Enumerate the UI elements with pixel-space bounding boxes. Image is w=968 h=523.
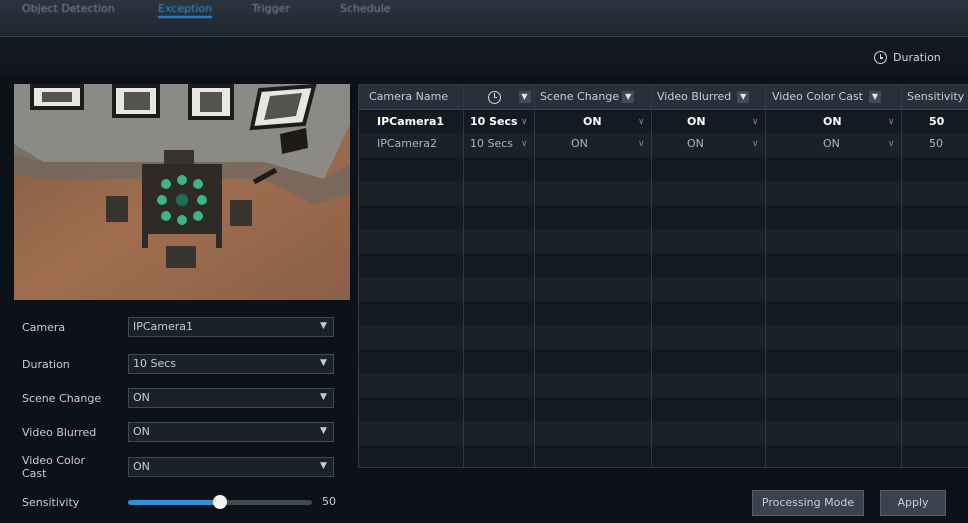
tab-trigger[interactable]: Trigger bbox=[252, 2, 290, 16]
tab-schedule[interactable]: Schedule bbox=[340, 2, 391, 16]
camera-select[interactable]: IPCamera1 ▼ bbox=[128, 317, 334, 337]
chevron-down-icon[interactable]: ▼ bbox=[737, 91, 750, 103]
duration-legend: Duration bbox=[874, 51, 941, 64]
sensitivity-label: Sensitivity bbox=[22, 495, 80, 509]
cell-camera: IPCamera2 bbox=[377, 137, 438, 150]
toolbar-band bbox=[0, 37, 968, 75]
tab-exception[interactable]: Exception bbox=[158, 2, 213, 18]
table-row[interactable]: IPCamera2 10 Secs ∨ ON ∨ ON ∨ ON ∨ 50 bbox=[359, 133, 968, 155]
cell-scene-change[interactable]: ON bbox=[571, 133, 588, 155]
video-blurred-row: Video Blurred ON ▼ bbox=[22, 421, 340, 443]
header-scene-change[interactable]: Scene Change ▼ bbox=[535, 85, 651, 109]
header-scene-change-label: Scene Change bbox=[540, 90, 620, 103]
chevron-down-icon[interactable]: ∨ bbox=[888, 133, 895, 155]
scene-change-label: Scene Change bbox=[22, 391, 102, 405]
chevron-down-icon[interactable]: ▼ bbox=[622, 91, 635, 103]
table-row[interactable]: IPCamera1 10 Secs ∨ ON ∨ ON ∨ ON ∨ 50 bbox=[359, 111, 968, 133]
header-sensitivity: Sensitivity bbox=[907, 90, 965, 103]
scene-change-select-value: ON bbox=[133, 391, 150, 404]
sensitivity-slider[interactable] bbox=[128, 495, 312, 509]
video-color-cast-row: Video Color Cast ON ▼ bbox=[22, 452, 340, 482]
header-video-color-cast-label: Video Color Cast bbox=[772, 90, 863, 103]
cell-video-color-cast[interactable]: ON bbox=[823, 111, 842, 133]
sensitivity-slider-handle[interactable] bbox=[213, 495, 227, 509]
duration-row: Duration 10 Secs ▼ bbox=[22, 353, 340, 375]
header-duration[interactable]: ▼ bbox=[464, 85, 534, 109]
table-header: Camera Name ▼ Scene Change ▼ Video Blurre… bbox=[359, 85, 968, 110]
chevron-down-icon[interactable]: ∨ bbox=[521, 133, 528, 155]
video-color-cast-select[interactable]: ON ▼ bbox=[128, 457, 334, 477]
clock-icon bbox=[488, 90, 501, 104]
scene-change-row: Scene Change ON ▼ bbox=[22, 387, 340, 409]
cell-sensitivity[interactable]: 50 bbox=[929, 111, 944, 133]
camera-preview-image bbox=[14, 84, 350, 300]
chevron-down-icon[interactable]: ▼ bbox=[518, 91, 531, 103]
duration-legend-label: Duration bbox=[893, 51, 941, 64]
duration-select-value: 10 Secs bbox=[133, 357, 177, 370]
cell-scene-change[interactable]: ON bbox=[583, 111, 602, 133]
chevron-down-icon: ▼ bbox=[320, 392, 327, 402]
camera-select-value: IPCamera1 bbox=[133, 320, 194, 333]
camera-label: Camera bbox=[22, 320, 66, 334]
cell-sensitivity[interactable]: 50 bbox=[929, 133, 943, 155]
chevron-down-icon[interactable]: ▼ bbox=[869, 91, 881, 103]
chevron-down-icon: ▼ bbox=[320, 321, 327, 331]
header-camera-name: Camera Name bbox=[369, 90, 449, 103]
exception-table: Camera Name ▼ Scene Change ▼ Video Blurre… bbox=[358, 84, 968, 468]
duration-label: Duration bbox=[22, 357, 70, 371]
tab-bar: Object Detection Exception Trigger Sched… bbox=[0, 0, 968, 37]
video-color-cast-label: Video Color Cast bbox=[22, 454, 86, 480]
cell-camera: IPCamera1 bbox=[377, 115, 445, 128]
chevron-down-icon[interactable]: ∨ bbox=[638, 133, 645, 155]
camera-preview bbox=[14, 84, 350, 300]
cell-video-color-cast[interactable]: ON bbox=[823, 133, 840, 155]
video-blurred-select-value: ON bbox=[133, 425, 150, 438]
processing-mode-button[interactable]: Processing Mode bbox=[752, 490, 864, 516]
video-blurred-label: Video Blurred bbox=[22, 425, 97, 439]
header-video-color-cast[interactable]: Video Color Cast ▼ bbox=[766, 85, 901, 109]
chevron-down-icon: ▼ bbox=[320, 461, 327, 471]
apply-button[interactable]: Apply bbox=[880, 490, 946, 516]
clock-icon bbox=[874, 51, 887, 64]
sensitivity-row: Sensitivity 50 bbox=[22, 491, 340, 513]
cell-video-blurred[interactable]: ON bbox=[687, 133, 704, 155]
header-video-blurred[interactable]: Video Blurred ▼ bbox=[652, 85, 765, 109]
chevron-down-icon[interactable]: ∨ bbox=[752, 133, 759, 155]
chevron-down-icon: ▼ bbox=[320, 358, 327, 368]
duration-select[interactable]: 10 Secs ▼ bbox=[128, 354, 334, 374]
cell-duration[interactable]: 10 Secs bbox=[470, 133, 513, 155]
scene-change-select[interactable]: ON ▼ bbox=[128, 388, 334, 408]
sensitivity-value: 50 bbox=[322, 495, 336, 508]
chevron-down-icon[interactable]: ∨ bbox=[638, 111, 645, 133]
sensitivity-slider-fill bbox=[128, 500, 220, 505]
header-video-blurred-label: Video Blurred bbox=[657, 90, 732, 103]
cell-video-blurred[interactable]: ON bbox=[687, 111, 706, 133]
video-blurred-select[interactable]: ON ▼ bbox=[128, 422, 334, 442]
chevron-down-icon[interactable]: ∨ bbox=[752, 111, 759, 133]
tab-object-detection[interactable]: Object Detection bbox=[22, 2, 115, 16]
camera-row: Camera IPCamera1 ▼ bbox=[22, 316, 340, 338]
cell-duration[interactable]: 10 Secs bbox=[470, 111, 518, 133]
chevron-down-icon: ▼ bbox=[320, 426, 327, 436]
chevron-down-icon[interactable]: ∨ bbox=[888, 111, 895, 133]
chevron-down-icon[interactable]: ∨ bbox=[521, 111, 528, 133]
video-color-cast-select-value: ON bbox=[133, 460, 150, 473]
